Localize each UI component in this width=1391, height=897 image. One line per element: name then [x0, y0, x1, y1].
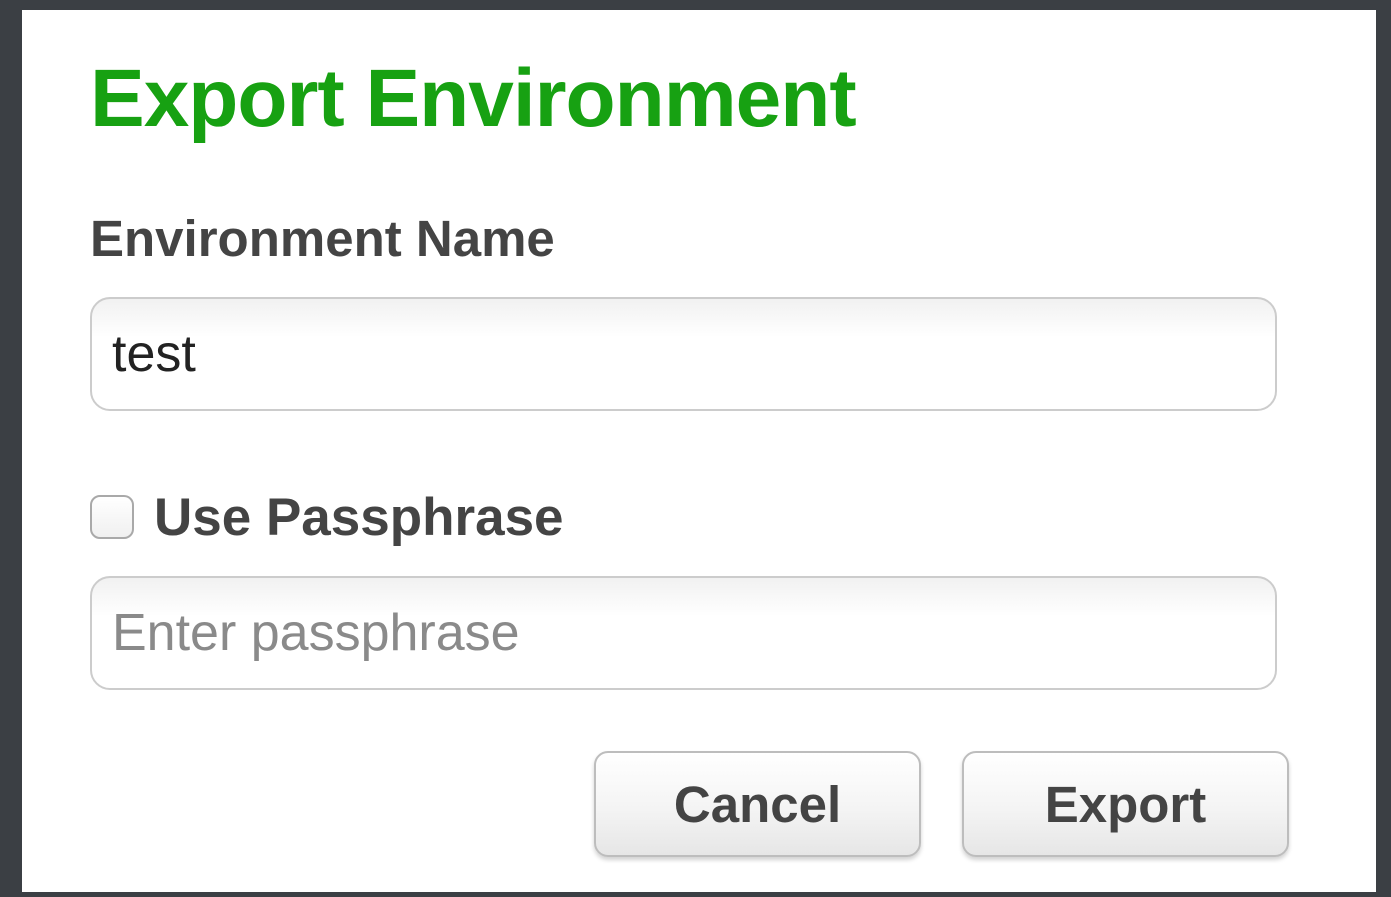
environment-name-input[interactable] — [90, 297, 1277, 411]
environment-name-label: Environment Name — [90, 210, 555, 267]
use-passphrase-label[interactable]: Use Passphrase — [154, 491, 564, 544]
export-environment-dialog: Export Environment Environment Name Use … — [22, 10, 1376, 892]
cancel-button[interactable]: Cancel — [594, 751, 921, 857]
use-passphrase-row[interactable]: Use Passphrase — [90, 482, 564, 552]
dialog-title: Export Environment — [90, 53, 857, 144]
export-button[interactable]: Export — [962, 751, 1289, 857]
passphrase-input[interactable] — [90, 576, 1277, 690]
use-passphrase-checkbox[interactable] — [90, 495, 134, 539]
